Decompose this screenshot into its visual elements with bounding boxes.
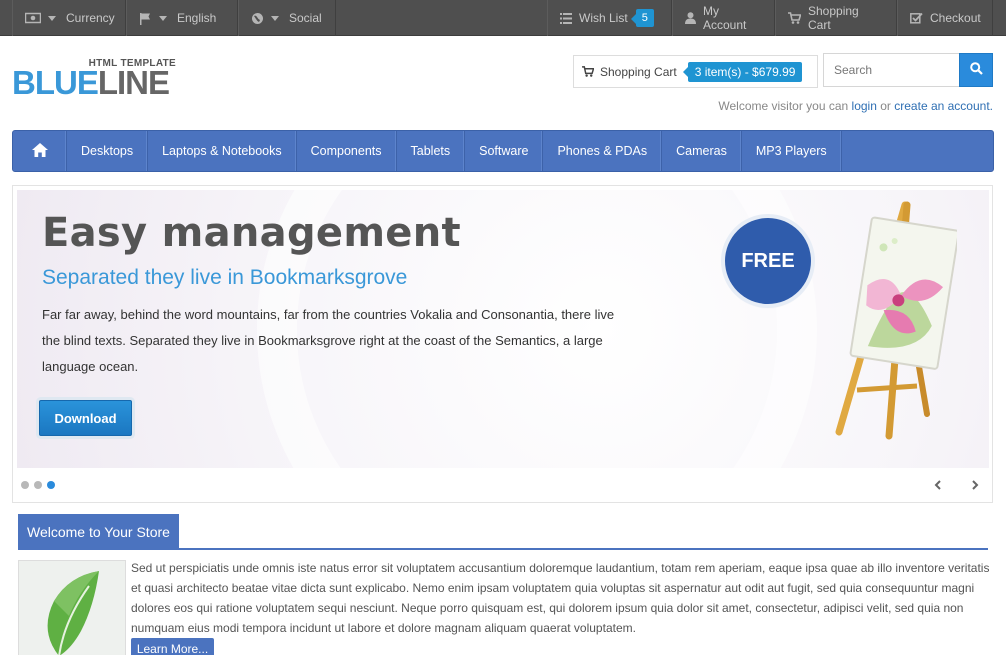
header-cart-label: Shopping Cart <box>600 64 677 79</box>
nav-item-mp3-players[interactable]: MP3 Players <box>742 131 842 171</box>
learn-more-button[interactable]: Learn More... <box>131 638 214 655</box>
currency-label: Currency <box>66 11 115 25</box>
wishlist-count-badge: 5 <box>630 9 654 27</box>
logo-blue-text: BLUE <box>12 64 99 101</box>
create-account-link[interactable]: create an account. <box>894 99 993 113</box>
welcome-text: Sed ut perspiciatis unde omnis iste natu… <box>131 561 990 635</box>
logo-grey-text: LINE <box>97 64 170 101</box>
language-dropdown[interactable]: English <box>126 0 238 36</box>
flag-icon <box>139 12 152 25</box>
nav-item-software[interactable]: Software <box>465 131 544 171</box>
nav-item-desktops[interactable]: Desktops <box>67 131 149 171</box>
list-icon <box>560 12 572 24</box>
my-account-link[interactable]: My Account <box>672 0 775 36</box>
login-link[interactable]: login <box>852 99 877 113</box>
site-logo[interactable]: HTML TEMPLATE BLUELINE <box>12 56 182 100</box>
chevron-down-icon <box>159 15 167 21</box>
nav-item-cameras[interactable]: Cameras <box>662 131 742 171</box>
nav-item-tablets[interactable]: Tablets <box>397 131 466 171</box>
search-input[interactable] <box>823 53 960 87</box>
cart-total-badge: 3 item(s) - $679.99 <box>682 61 803 82</box>
chevron-down-icon <box>271 15 279 21</box>
slider-next-button[interactable] <box>968 479 982 493</box>
globe-icon <box>251 12 264 25</box>
welcome-message: Welcome visitor you can login or create … <box>718 99 993 113</box>
slider-dot-1[interactable] <box>21 481 29 489</box>
welcome-or: or <box>880 99 891 113</box>
welcome-prefix: Welcome visitor you can <box>718 99 849 113</box>
social-label: Social <box>289 11 322 25</box>
my-account-label: My Account <box>703 4 747 32</box>
cart-icon <box>582 66 594 77</box>
slider-dot-3[interactable] <box>47 481 55 489</box>
search-button[interactable] <box>959 53 993 87</box>
wishlist-label: Wish List <box>579 11 628 25</box>
slider-prev-button[interactable] <box>931 479 945 493</box>
chevron-down-icon <box>48 15 56 21</box>
slide-subtitle: Separated they live in Bookmarksgrove <box>42 266 408 289</box>
easel-painting-image <box>817 200 960 440</box>
header-cart-button[interactable]: Shopping Cart 3 item(s) - $679.99 <box>573 55 818 88</box>
nav-home[interactable] <box>13 131 67 171</box>
hero-slider: Easy management Separated they live in B… <box>12 185 993 503</box>
cart-icon <box>788 12 801 24</box>
section-title: Welcome to Your Store <box>18 514 179 549</box>
nav-item-laptops-notebooks[interactable]: Laptops & Notebooks <box>148 131 297 171</box>
main-nav: Desktops Laptops & Notebooks Components … <box>12 130 994 172</box>
checkout-label: Checkout <box>930 11 981 25</box>
slide-text: Far far away, behind the word mountains,… <box>42 307 615 374</box>
slider-pagination <box>21 481 60 489</box>
checkout-link[interactable]: Checkout <box>897 0 993 36</box>
language-label: English <box>177 11 217 25</box>
logo-wordmark: BLUELINE <box>12 64 170 101</box>
home-icon <box>31 142 48 160</box>
money-icon <box>25 12 41 24</box>
social-dropdown[interactable]: Social <box>238 0 336 36</box>
nav-item-components[interactable]: Components <box>297 131 397 171</box>
chevron-left-icon <box>934 479 942 493</box>
user-icon <box>685 12 696 24</box>
shopping-cart-label: Shopping Cart <box>808 4 859 32</box>
wishlist-link[interactable]: Wish List 5 <box>547 0 672 36</box>
top-bar: Currency English Social Wish List 5 My A… <box>0 0 1006 36</box>
welcome-section-header: Welcome to Your Store <box>18 514 988 550</box>
hero-slide: Easy management Separated they live in B… <box>17 190 989 468</box>
nav-item-phones-pdas[interactable]: Phones & PDAs <box>543 131 663 171</box>
download-button[interactable]: Download <box>39 400 132 436</box>
search-icon <box>969 62 983 78</box>
welcome-thumbnail <box>18 560 126 655</box>
slider-dot-2[interactable] <box>34 481 42 489</box>
currency-dropdown[interactable]: Currency <box>12 0 126 36</box>
slide-title: Easy management <box>42 210 461 256</box>
checkbox-icon <box>910 12 923 24</box>
free-badge: FREE <box>725 218 811 304</box>
chevron-right-icon <box>971 479 979 493</box>
shopping-cart-link[interactable]: Shopping Cart <box>775 0 897 36</box>
